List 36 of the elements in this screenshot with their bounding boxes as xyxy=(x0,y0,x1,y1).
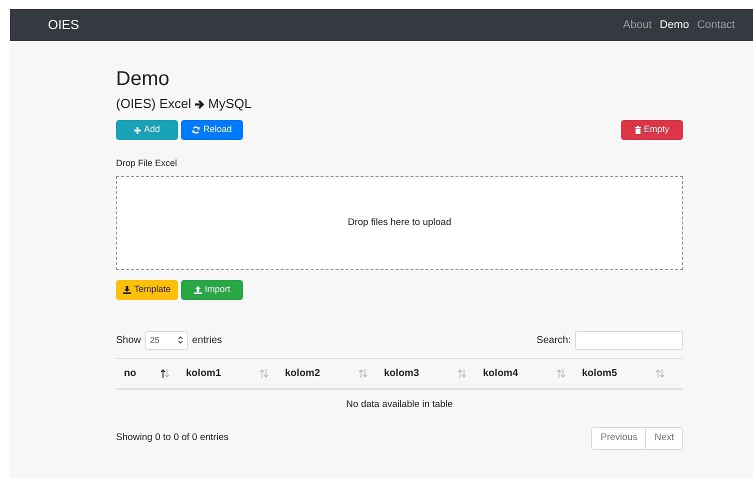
dropzone-label: Drop File Excel xyxy=(116,157,178,169)
arrow-right-icon xyxy=(194,98,206,110)
reload-button[interactable]: Reload xyxy=(181,120,243,140)
dropzone[interactable]: Drop files here to upload xyxy=(116,176,683,270)
dropzone-message: Drop files here to upload xyxy=(348,216,452,230)
length-label: Show xyxy=(116,334,142,348)
search-label: Search: xyxy=(536,334,571,348)
column-header[interactable]: kolom3 xyxy=(384,366,420,381)
upload-icon xyxy=(194,286,202,294)
template-button[interactable]: Template xyxy=(116,280,178,300)
select-arrows-icon xyxy=(178,336,184,344)
table-info: Showing 0 to 0 of 0 entries xyxy=(116,431,228,446)
empty-button[interactable]: Empty xyxy=(621,120,683,140)
refresh-icon xyxy=(192,126,200,134)
length-label: entries xyxy=(192,334,222,348)
subtitle-text: (OIES) Excel xyxy=(116,95,192,114)
subtitle-text: MySQL xyxy=(208,95,252,114)
sort-icon[interactable] xyxy=(160,369,170,378)
length-select[interactable]: 25 xyxy=(145,330,188,350)
search-field[interactable] xyxy=(575,330,683,350)
column-header[interactable]: no xyxy=(124,366,136,381)
column-header[interactable]: kolom5 xyxy=(582,366,618,381)
pagination-button[interactable]: Next xyxy=(646,427,683,450)
trash-icon xyxy=(634,126,641,134)
nav-link[interactable]: Demo xyxy=(660,16,690,34)
brand-link[interactable]: OIES xyxy=(48,15,80,35)
pagination-button[interactable]: Previous xyxy=(591,427,646,450)
nav-link[interactable]: Contact xyxy=(697,16,735,34)
column-header[interactable]: kolom1 xyxy=(186,366,222,381)
empty-table-message: No data available in table xyxy=(346,398,453,412)
download-icon xyxy=(123,286,132,294)
column-header[interactable]: kolom2 xyxy=(285,366,320,381)
column-header[interactable]: kolom4 xyxy=(483,366,518,381)
page-title: Demo xyxy=(116,67,170,91)
plus-icon xyxy=(134,126,141,134)
nav-link[interactable]: About xyxy=(622,16,652,34)
